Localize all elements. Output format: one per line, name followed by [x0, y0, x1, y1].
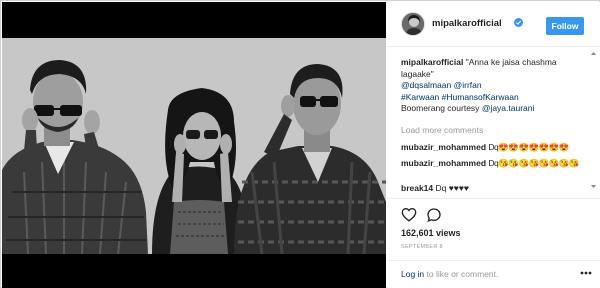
post-date[interactable]: SEPTEMBER 8: [401, 244, 443, 250]
caption-username[interactable]: mipalkarofficial: [401, 57, 463, 67]
login-link[interactable]: Log in: [401, 269, 424, 279]
side-panel: mipalkarofficial Follow mipalkarofficial…: [387, 2, 600, 288]
avatar-image: [402, 13, 424, 35]
comment-icon[interactable]: [426, 207, 442, 223]
login-suffix: to like or comment.: [424, 269, 499, 279]
comment-text: Dq ♥♥♥♥: [435, 183, 469, 193]
mention-dqsalmaan[interactable]: @dqsalmaan: [401, 80, 451, 90]
comment-item: mubazir_mohammed Dq😍😍😍😍😍😍😍: [401, 142, 569, 153]
login-prompt: Log in to like or comment.: [387, 260, 600, 288]
avatar[interactable]: [401, 12, 425, 36]
comment-username[interactable]: mubazir_mohammed: [401, 142, 486, 152]
comment-username[interactable]: mubazir_mohammed: [401, 158, 486, 168]
more-options-icon[interactable]: [580, 271, 592, 275]
post-media[interactable]: [2, 2, 386, 288]
scroll-down-arrow-icon[interactable]: [590, 183, 597, 190]
comment-username[interactable]: break14: [401, 183, 433, 193]
photo-three-people-sunglasses: [2, 2, 386, 288]
header-username[interactable]: mipalkarofficial: [432, 18, 502, 29]
follow-button[interactable]: Follow: [546, 17, 584, 35]
comment-text: Dq😍😍😍😍😍😍😍: [488, 142, 569, 152]
login-text: Log in to like or comment.: [401, 269, 498, 279]
caption: mipalkarofficial "Anna ke jaisa chashma …: [401, 57, 581, 115]
post-actions: 162,601 views SEPTEMBER 8: [387, 198, 600, 258]
post-header: mipalkarofficial Follow: [387, 2, 600, 47]
view-count: 162,601 views: [401, 228, 461, 238]
hashtag-humansofkarwaan[interactable]: #HumansofKarwaan: [442, 92, 519, 102]
comment-item: mubazir_mohammed Dq😘😘😘😘😘😘😘😘: [401, 158, 579, 169]
mention-jaya-taurani[interactable]: @jaya.taurani: [482, 103, 535, 113]
comment-text: Dq😘😘😘😘😘😘😘😘: [488, 158, 579, 168]
instagram-embed: mipalkarofficial Follow mipalkarofficial…: [0, 0, 600, 288]
caption-credit: Boomerang courtesy: [401, 103, 480, 113]
hashtag-karwaan[interactable]: #Karwaan: [401, 92, 439, 102]
scroll-up-arrow-icon[interactable]: [590, 50, 597, 57]
heart-icon[interactable]: [401, 207, 417, 222]
comment-item: break14 Dq ♥♥♥♥: [401, 183, 469, 194]
load-more-comments-link[interactable]: Load more comments: [401, 125, 483, 135]
mention-irrfan[interactable]: @irrfan: [454, 80, 482, 90]
verified-badge-icon: [514, 18, 523, 27]
comments-scrollbar[interactable]: [590, 50, 597, 190]
